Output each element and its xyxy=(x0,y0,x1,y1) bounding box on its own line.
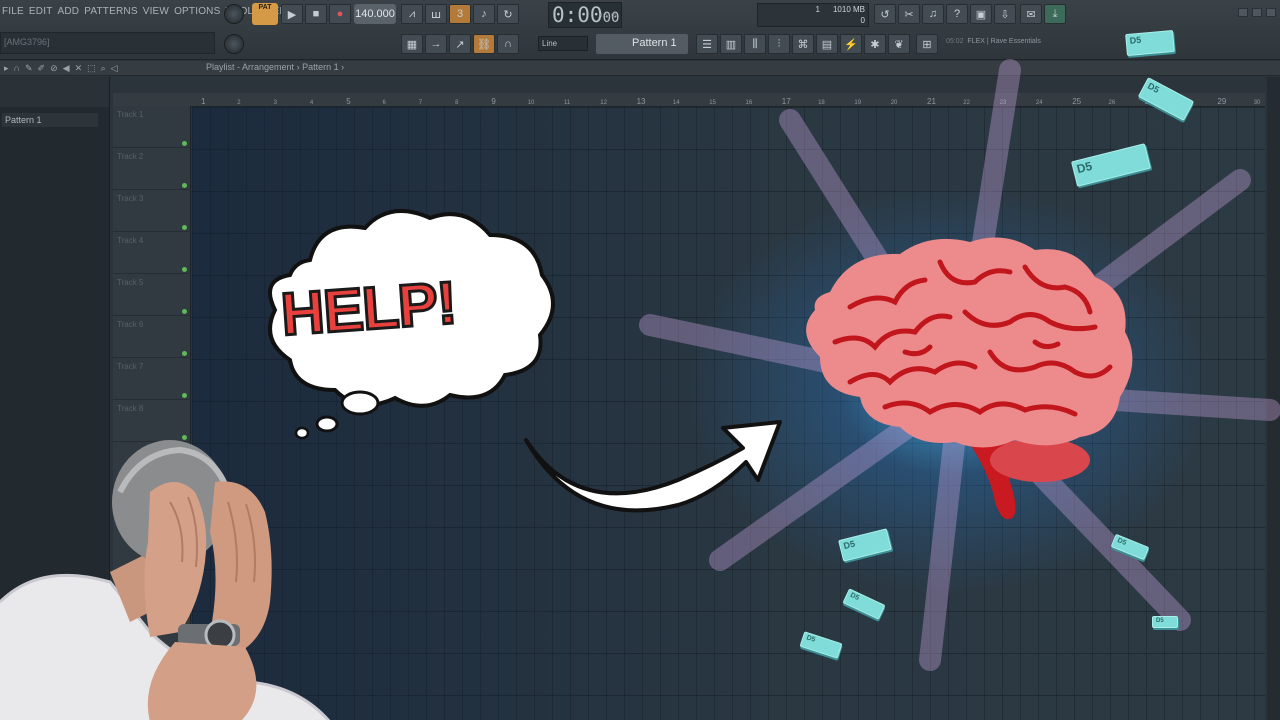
brain-illustration xyxy=(806,237,1133,520)
stressed-person-photo xyxy=(0,440,330,720)
help-text: HELP! xyxy=(277,267,459,349)
arrow-icon xyxy=(524,420,782,513)
note-block: D5 xyxy=(1125,29,1175,57)
bubble-dot-medium xyxy=(315,415,339,433)
brain-cerebrum xyxy=(806,237,1133,448)
bubble-dot-large xyxy=(340,390,380,416)
note-block: D5 xyxy=(1152,616,1178,628)
fl-studio-screen: FILE EDIT ADD PATTERNS VIEW OPTIONS TOOL… xyxy=(0,0,1280,720)
